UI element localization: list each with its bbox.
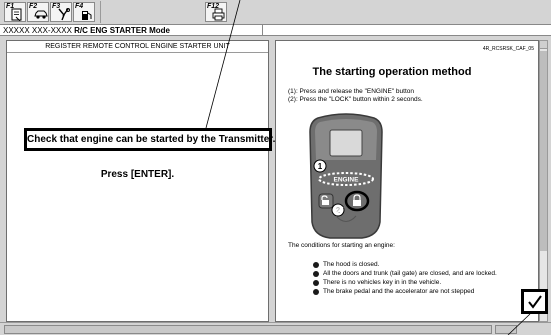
mode-bar: XXXXX XXX-XXXX R/C ENG STARTER Mode [0,24,551,36]
f2-button[interactable]: F2 [27,2,49,22]
list-item: The hood is closed. [313,261,518,269]
function-key-toolbar: F1 F2 F3 F4 F12 [0,0,551,24]
confirm-button[interactable] [521,289,548,314]
print-icon [212,8,225,21]
step-1: (1): Press and release the "ENGINE" butt… [288,88,415,95]
document-scrollbar[interactable] [539,40,548,322]
engine-button-label: ENGINE [334,177,360,184]
list-item: There is no vehicles key in in the vehic… [313,279,518,287]
f1-button[interactable]: F1 [4,2,26,22]
enter-prompt: Press [ENTER]. [100,169,175,180]
list-item: All the doors and trunk (tail gate) are … [313,270,518,278]
instruction-message: Check that engine can be started by the … [24,128,275,151]
mode-name: R/C ENG STARTER Mode [74,26,171,35]
instruction-panel: REGISTER REMOTE CONTROL ENGINE STARTER U… [6,40,275,322]
scroll-up-arrow[interactable] [540,41,547,49]
mode-bar-divider [262,25,263,36]
document-code: 4R_RCSRSK_CAF_05 [482,46,534,52]
scroll-thumb[interactable] [540,51,547,251]
key-fob-illustration: ENGINE 1 2 [309,113,383,239]
conditions-list: The hood is closed. All the doors and tr… [313,261,518,297]
svg-text:1: 1 [318,162,323,171]
car-icon [34,10,48,19]
toolbar-separator [100,1,101,23]
list-item: The brake pedal and the accelerator are … [313,288,518,296]
status-bar [0,322,551,335]
f3-button[interactable]: F3 [50,2,72,22]
step-2: (2): Press the "LOCK" button within 2 se… [288,96,423,103]
app-window: F1 F2 F3 F4 F12 XXXXX XXX-XXXX R/C ENG S… [0,0,551,335]
tools-icon [58,8,70,21]
document-title: The starting operation method [312,66,472,78]
panel-title: REGISTER REMOTE CONTROL ENGINE STARTER U… [7,41,268,53]
fuel-pump-icon [82,11,92,20]
help-document-panel: 4R_RCSRSK_CAF_05 The starting operation … [275,40,539,322]
conditions-heading: The conditions for starting an engine: [288,242,395,249]
checkmark-icon [528,295,542,309]
f4-button[interactable]: F4 [73,2,95,22]
document-icon [11,8,22,21]
status-indicator [495,325,517,334]
vehicle-code: XXXXX XXX-XXXX [3,26,72,35]
mode-label: XXXXX XXX-XXXX R/C ENG STARTER Mode [3,25,170,36]
status-field [4,325,492,334]
f12-button[interactable]: F12 [205,2,227,22]
